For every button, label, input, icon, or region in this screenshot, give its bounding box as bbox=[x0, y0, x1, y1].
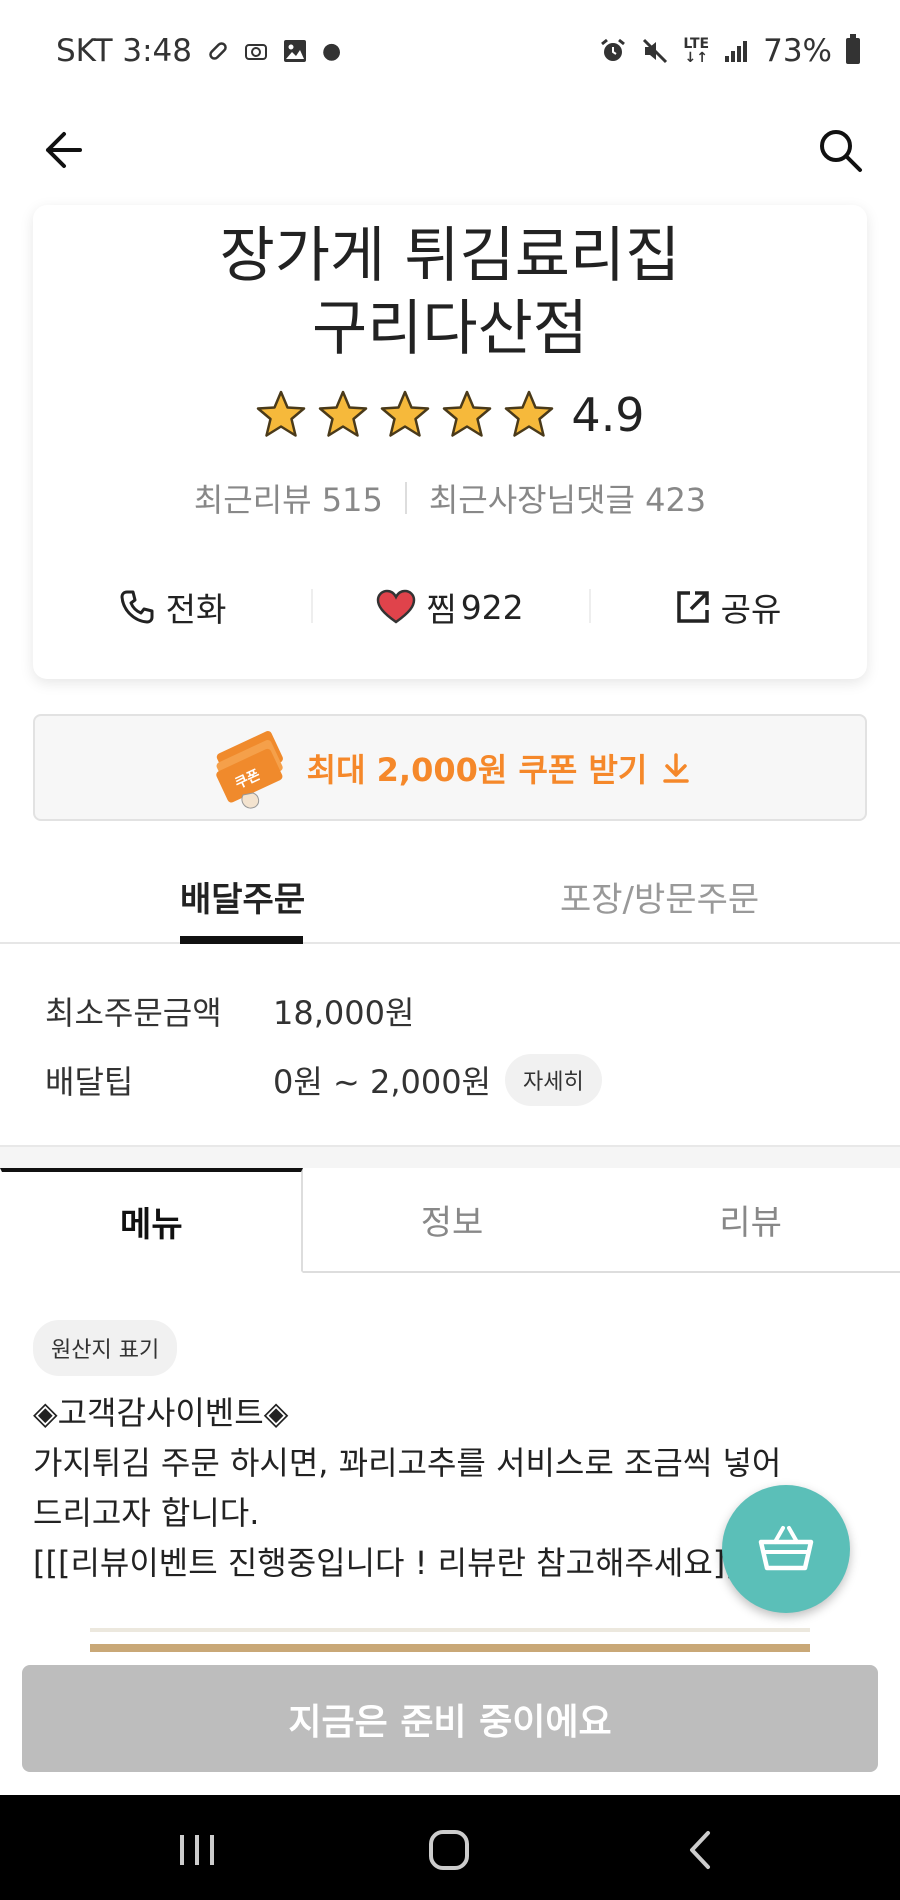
basket-icon bbox=[758, 1526, 814, 1571]
status-right: LTE ↓↑ 73% bbox=[599, 33, 860, 69]
store-card: 장가게 튀김료리집 구리다산점 4.9 최근리뷰 515 최근사장님댓글 423… bbox=[33, 205, 867, 679]
notice-line: 가지튀김 주문 하시면, 꽈리고추를 서비스로 조금씩 넣어 bbox=[33, 1444, 782, 1482]
network-indicator: LTE ↓↑ bbox=[683, 36, 710, 66]
tab-info[interactable]: 정보 bbox=[302, 1168, 602, 1273]
origin-label-button[interactable]: 원산지 표기 bbox=[33, 1320, 178, 1376]
store-name-line2: 구리다산점 bbox=[312, 294, 588, 364]
rating-value: 4.9 bbox=[571, 388, 645, 442]
signal-icon bbox=[725, 41, 748, 62]
star-icon bbox=[257, 390, 306, 437]
delivery-tip-row: 배달팁 0원 ~ 2,000원 자세히 bbox=[45, 1054, 602, 1106]
delivery-tip-label: 배달팁 bbox=[45, 1063, 134, 1101]
call-label: 전화 bbox=[165, 590, 227, 629]
arrow-left-icon[interactable] bbox=[40, 128, 84, 172]
status-left: SKT 3:48 ● bbox=[56, 33, 341, 69]
coupon-button[interactable]: 쿠폰 최대 2,000원 쿠폰 받기 bbox=[33, 714, 867, 821]
alarm-icon bbox=[601, 38, 626, 61]
download-icon bbox=[663, 752, 690, 783]
back-nav-icon[interactable] bbox=[676, 1825, 726, 1875]
star-icon bbox=[319, 390, 368, 437]
coupon-label: 최대 2,000원 쿠폰 받기 bbox=[306, 750, 648, 789]
share-button[interactable]: 공유 bbox=[589, 583, 867, 631]
call-button[interactable]: 전화 bbox=[33, 583, 311, 631]
star-icon bbox=[381, 390, 430, 437]
cart-button[interactable] bbox=[722, 1485, 850, 1613]
store-actions: 전화 찜 922 공유 bbox=[33, 577, 867, 637]
image-icon bbox=[284, 40, 307, 62]
like-button[interactable]: 찜 922 bbox=[311, 583, 589, 631]
search-icon[interactable] bbox=[816, 126, 864, 174]
content-tabs: 메뉴 정보 리뷰 bbox=[0, 1168, 900, 1273]
min-order-label: 최소주문금액 bbox=[45, 994, 222, 1032]
min-order-value: 18,000원 bbox=[273, 994, 415, 1032]
status-bar: SKT 3:48 ● LTE ↓↑ 73% bbox=[0, 0, 900, 100]
recent-apps-icon[interactable] bbox=[172, 1825, 222, 1875]
recent-reviews-count[interactable]: 최근리뷰 515 bbox=[194, 475, 383, 521]
delivery-tip-value: 0원 ~ 2,000원 bbox=[273, 1063, 492, 1101]
rating-row: 4.9 bbox=[33, 388, 867, 442]
like-count: 922 bbox=[460, 587, 524, 627]
carrier-time: SKT 3:48 bbox=[56, 33, 193, 69]
camera-icon bbox=[245, 44, 268, 60]
battery-text: 73% bbox=[763, 33, 832, 69]
owner-comments-count[interactable]: 최근사장님댓글 423 bbox=[429, 475, 706, 521]
battery-icon bbox=[846, 34, 860, 64]
notice-line: ◈고객감사이벤트◈ bbox=[33, 1394, 289, 1432]
system-nav-bar bbox=[0, 1795, 900, 1900]
store-name: 장가게 튀김료리집 구리다산점 bbox=[33, 220, 867, 366]
order-type-tabs: 배달주문 포장/방문주문 bbox=[0, 862, 900, 944]
star-icon bbox=[443, 390, 492, 437]
pill-icon bbox=[209, 42, 227, 60]
section-separator bbox=[0, 1145, 900, 1169]
coupon-image: 쿠폰 bbox=[215, 730, 283, 808]
like-label: 찜 bbox=[426, 590, 457, 629]
active-tab-indicator bbox=[180, 936, 303, 944]
store-name-line1: 장가게 튀김료리집 bbox=[219, 221, 681, 291]
divider bbox=[404, 482, 407, 514]
review-counts: 최근리뷰 515 최근사장님댓글 423 bbox=[33, 475, 867, 521]
menu-image-edge bbox=[90, 1628, 810, 1668]
share-icon bbox=[676, 591, 709, 623]
detail-button[interactable]: 자세히 bbox=[505, 1054, 602, 1106]
app-header bbox=[0, 100, 900, 200]
mute-icon bbox=[643, 38, 668, 64]
order-button[interactable]: 지금은 준비 중이에요 bbox=[22, 1665, 878, 1772]
tab-delivery[interactable]: 배달주문 bbox=[180, 872, 305, 921]
tab-review[interactable]: 리뷰 bbox=[601, 1168, 900, 1273]
tab-pickup[interactable]: 포장/방문주문 bbox=[560, 872, 759, 921]
min-order-row: 최소주문금액 18,000원 bbox=[45, 988, 414, 1034]
dot-icon: ● bbox=[322, 38, 342, 64]
phone-icon bbox=[120, 590, 154, 624]
heart-icon bbox=[377, 589, 416, 624]
star-icon bbox=[505, 390, 554, 437]
share-label: 공유 bbox=[720, 590, 782, 629]
home-icon[interactable] bbox=[424, 1825, 474, 1875]
tab-menu[interactable]: 메뉴 bbox=[0, 1168, 303, 1273]
